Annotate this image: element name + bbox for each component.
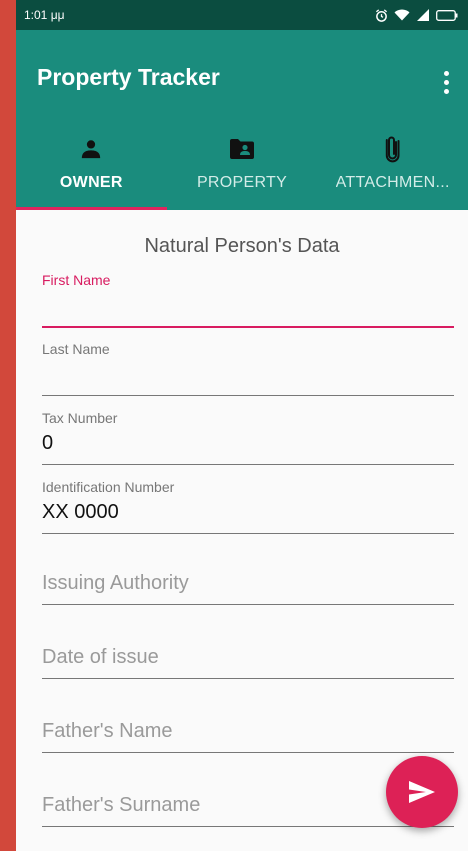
- last-name-label: Last Name: [42, 341, 110, 357]
- status-icons: [375, 8, 458, 22]
- identification-number-label: Identification Number: [42, 479, 175, 495]
- app-title: Property Tracker: [37, 64, 220, 90]
- first-name-field[interactable]: First Name: [42, 272, 454, 341]
- tab-property-label: PROPERTY: [196, 174, 288, 191]
- tax-number-field[interactable]: Tax Number 0: [42, 410, 454, 479]
- alarm-icon: [375, 8, 388, 22]
- status-bar: 1:01 μμ: [16, 0, 468, 30]
- tab-bar: OWNER PROPERTY ATTACHMEN...: [16, 122, 468, 210]
- tax-number-underline: [42, 464, 454, 465]
- send-fab-button[interactable]: [386, 756, 458, 828]
- first-name-underline: [42, 326, 454, 328]
- more-options-icon[interactable]: [434, 66, 458, 98]
- paperclip-icon: [385, 136, 400, 163]
- issuing-authority-underline: [42, 604, 454, 605]
- owner-form: Natural Person's Data First Name Last Na…: [16, 235, 468, 850]
- section-title: Natural Person's Data: [144, 235, 340, 257]
- battery-icon: [436, 9, 458, 21]
- identification-number-field[interactable]: Identification Number XX 0000: [42, 479, 454, 548]
- phone-screen: 1:01 μμ Property Tracker OWNER PROPERTY …: [16, 0, 468, 851]
- person-icon: [82, 140, 101, 159]
- tab-attachments[interactable]: ATTACHMEN...: [317, 122, 468, 210]
- date-of-issue-underline: [42, 678, 454, 679]
- fathers-name-placeholder: Father's Name: [42, 720, 173, 742]
- tab-attachments-label: ATTACHMEN...: [335, 174, 450, 191]
- issuing-authority-field[interactable]: Issuing Authority: [42, 554, 454, 628]
- identification-number-underline: [42, 533, 454, 534]
- tax-number-value: 0: [42, 432, 54, 454]
- tab-owner-label: OWNER: [59, 174, 123, 191]
- fathers-surname-underline: [42, 826, 454, 827]
- date-of-issue-placeholder: Date of issue: [42, 646, 159, 668]
- folder-person-icon: [230, 139, 254, 159]
- date-of-issue-field[interactable]: Date of issue: [42, 628, 454, 702]
- issuing-authority-placeholder: Issuing Authority: [42, 572, 189, 594]
- tax-number-label: Tax Number: [42, 410, 118, 426]
- last-name-underline: [42, 395, 454, 396]
- status-time: 1:01 μμ: [24, 8, 65, 22]
- identification-number-value: XX 0000: [42, 501, 119, 523]
- signal-icon: [417, 9, 429, 21]
- fathers-name-field[interactable]: Father's Name: [42, 702, 454, 776]
- wifi-icon: [394, 9, 410, 21]
- first-name-label: First Name: [42, 272, 111, 288]
- fathers-surname-placeholder: Father's Surname: [42, 794, 201, 816]
- fathers-name-underline: [42, 752, 454, 753]
- last-name-field[interactable]: Last Name: [42, 341, 454, 410]
- tab-owner[interactable]: OWNER: [16, 122, 167, 210]
- app-bar: Property Tracker OWNER PROPERTY ATTACHME…: [16, 30, 468, 210]
- tab-property[interactable]: PROPERTY: [167, 122, 318, 210]
- send-icon: [409, 781, 435, 803]
